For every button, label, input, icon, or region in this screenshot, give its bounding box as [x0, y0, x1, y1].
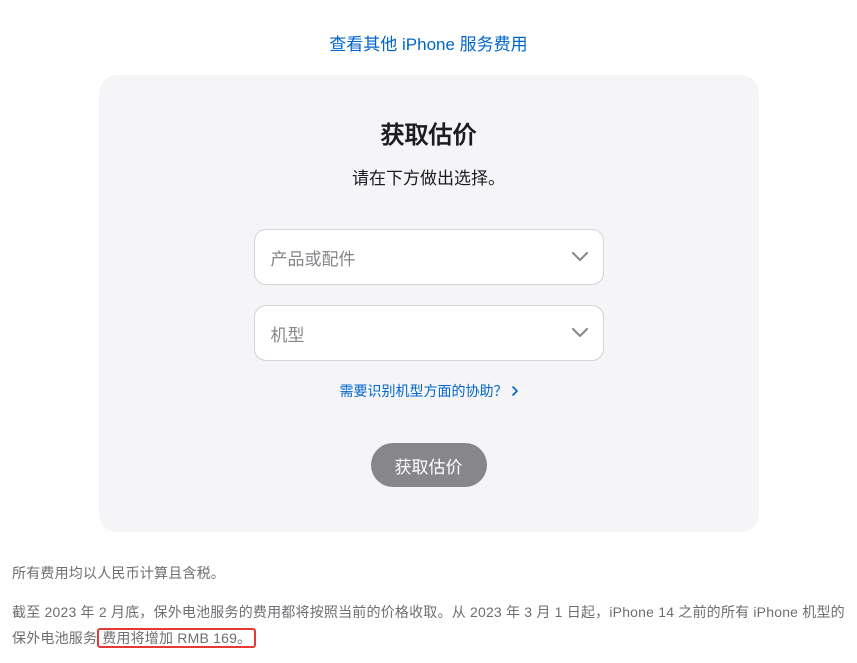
model-select-placeholder: 机型	[271, 321, 305, 346]
card-subtitle: 请在下方做出选择。	[129, 164, 729, 189]
product-select-wrap: 产品或配件	[254, 229, 604, 285]
model-select[interactable]: 机型	[254, 305, 604, 361]
help-link-container: 需要识别机型方面的协助？	[129, 381, 729, 401]
footer-note-1: 所有费用均以人民币计算且含税。	[12, 560, 845, 587]
product-select-placeholder: 产品或配件	[271, 245, 356, 270]
identify-model-help-link[interactable]: 需要识别机型方面的协助？	[340, 381, 518, 401]
footer-note-2: 截至 2023 年 2 月底，保外电池服务的费用都将按照当前的价格收取。从 20…	[12, 599, 845, 652]
product-select[interactable]: 产品或配件	[254, 229, 604, 285]
footer-notes: 所有费用均以人民币计算且含税。 截至 2023 年 2 月底，保外电池服务的费用…	[0, 532, 857, 652]
chevron-right-icon	[512, 383, 518, 399]
footer-note-2-highlight: 费用将增加 RMB 169。	[97, 628, 256, 648]
estimate-card: 获取估价 请在下方做出选择。 产品或配件 机型 需要识别机型方面的协助？ 获取估…	[99, 75, 759, 532]
other-services-link[interactable]: 查看其他 iPhone 服务费用	[329, 35, 527, 54]
top-link-container: 查看其他 iPhone 服务费用	[0, 0, 857, 75]
get-estimate-button[interactable]: 获取估价	[371, 443, 487, 487]
model-select-wrap: 机型	[254, 305, 604, 361]
help-link-label: 需要识别机型方面的协助？	[340, 381, 508, 401]
card-title: 获取估价	[129, 115, 729, 150]
